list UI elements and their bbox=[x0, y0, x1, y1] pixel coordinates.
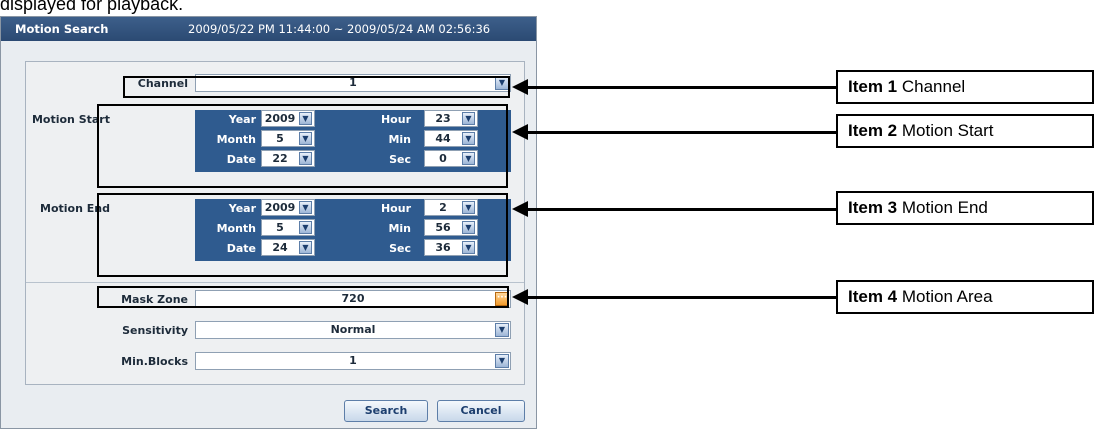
callout-item-3-text: Motion End bbox=[901, 198, 988, 217]
sensitivity-value: Normal bbox=[330, 323, 376, 336]
cancel-button[interactable]: Cancel bbox=[437, 400, 525, 422]
callout-item-1-number: Item 1 bbox=[848, 77, 898, 96]
chevron-down-icon[interactable]: ▼ bbox=[495, 323, 509, 337]
caption-text: displayed for playback. bbox=[0, 0, 184, 14]
dialog-title: Motion Search bbox=[15, 22, 109, 36]
highlight-channel bbox=[123, 76, 510, 98]
sensitivity-select[interactable]: Normal ▼ bbox=[195, 321, 511, 339]
callout-item-2-text: Motion Start bbox=[901, 121, 994, 140]
callout-item-4-number: Item 4 bbox=[848, 287, 898, 306]
callout-item-2: Item 2 Motion Start bbox=[836, 114, 1094, 148]
arrow-line bbox=[526, 296, 836, 299]
callout-item-4-text: Motion Area bbox=[901, 287, 993, 306]
callout-item-1: Item 1 Channel bbox=[836, 70, 1094, 104]
highlight-motion-end bbox=[97, 193, 508, 277]
min-blocks-select[interactable]: 1 ▼ bbox=[195, 352, 511, 370]
min-blocks-label: Min.Blocks bbox=[121, 355, 188, 368]
min-blocks-value: 1 bbox=[349, 354, 357, 367]
time-range: 2009/05/22 PM 11:44:00 ~ 2009/05/24 AM 0… bbox=[188, 22, 491, 36]
callout-item-3: Item 3 Motion End bbox=[836, 191, 1094, 225]
arrow-line bbox=[526, 131, 836, 134]
arrow-line bbox=[526, 208, 836, 211]
search-button[interactable]: Search bbox=[344, 400, 428, 422]
callout-item-3-number: Item 3 bbox=[848, 198, 898, 217]
highlight-motion-start bbox=[97, 104, 508, 188]
callout-item-1-text: Channel bbox=[901, 77, 966, 96]
chevron-down-icon[interactable]: ▼ bbox=[495, 354, 509, 368]
divider bbox=[26, 282, 524, 283]
title-bar: Motion Search 2009/05/22 PM 11:44:00 ~ 2… bbox=[1, 17, 536, 41]
sensitivity-label: Sensitivity bbox=[122, 324, 188, 337]
arrow-line bbox=[526, 86, 836, 89]
callout-item-2-number: Item 2 bbox=[848, 121, 898, 140]
highlight-mask-zone bbox=[97, 286, 509, 308]
callout-item-4: Item 4 Motion Area bbox=[836, 280, 1094, 314]
